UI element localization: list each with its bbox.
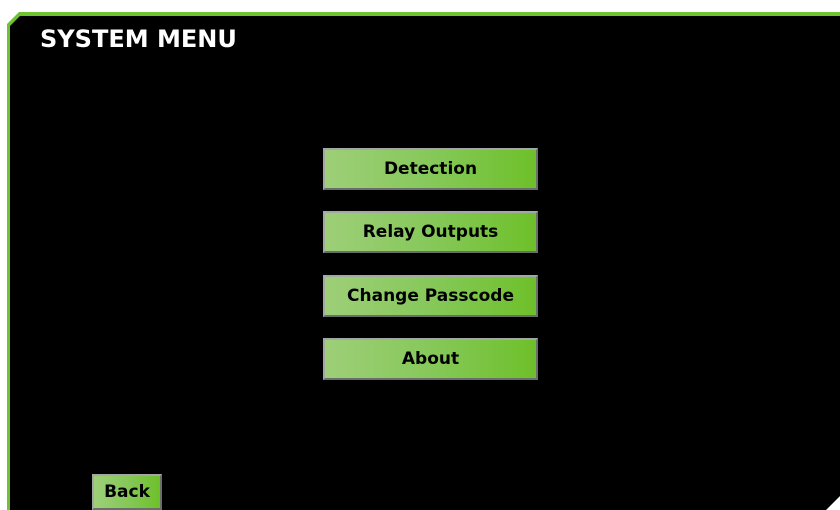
back-button-label: Back (104, 482, 150, 502)
frame-panel (10, 16, 840, 510)
back-button[interactable]: Back (92, 474, 162, 510)
relay-outputs-button[interactable]: Relay Outputs (323, 211, 538, 253)
change-passcode-button[interactable]: Change Passcode (323, 275, 538, 317)
about-button[interactable]: About (323, 338, 538, 380)
detection-button-label: Detection (383, 159, 478, 179)
detection-button[interactable]: Detection (323, 148, 538, 190)
change-passcode-button-label: Change Passcode (347, 286, 514, 306)
relay-outputs-button-label: Relay Outputs (362, 222, 499, 242)
system-menu-screen: SYSTEM MENU Detection Relay Outputs Chan… (0, 0, 840, 510)
page-title: SYSTEM MENU (40, 25, 237, 53)
about-button-label: About (401, 349, 460, 369)
